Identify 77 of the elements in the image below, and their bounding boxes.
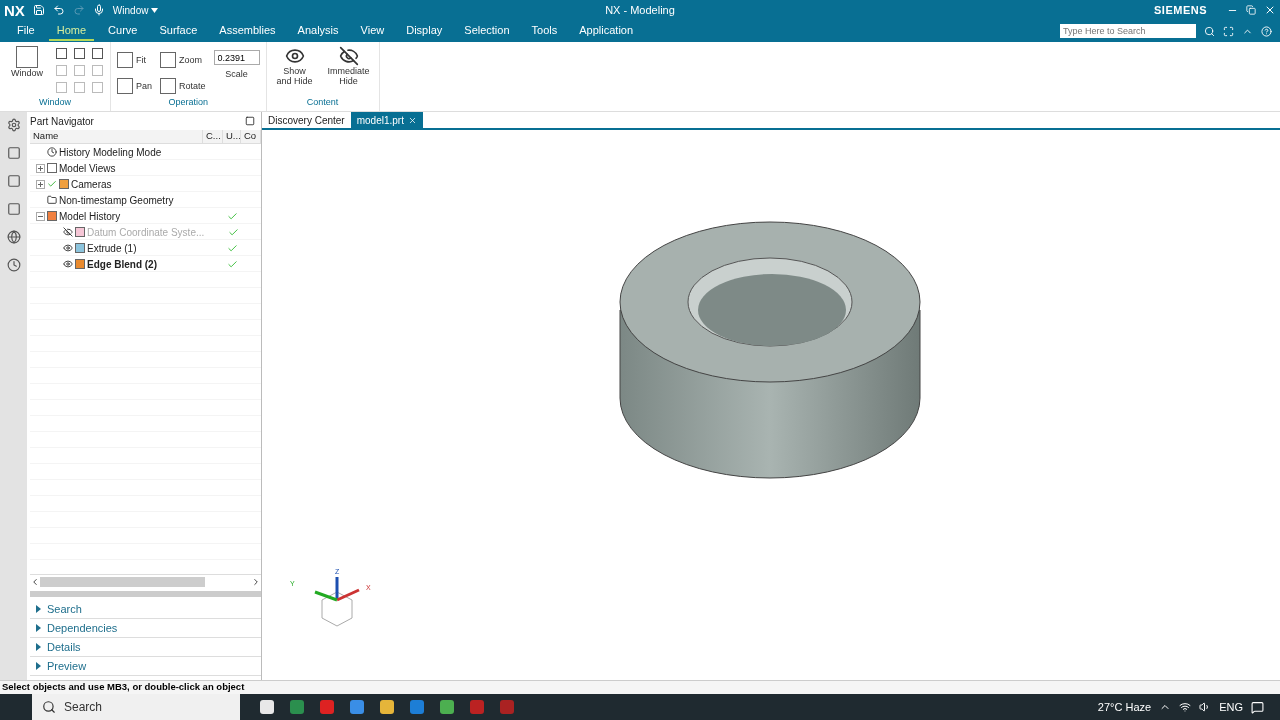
brand-name: SIEMENS [1154, 4, 1207, 16]
menu-tab[interactable]: Application [571, 21, 642, 41]
collapse-icon[interactable] [36, 211, 45, 221]
clock-icon [47, 147, 57, 157]
taskbar-search[interactable]: Search [32, 694, 240, 720]
menu-tab[interactable]: File [9, 21, 43, 41]
globe-icon[interactable] [6, 230, 21, 244]
scroll-left-icon[interactable] [30, 576, 40, 587]
column-header[interactable]: Co [241, 130, 261, 143]
tree-item[interactable]: History Modeling Mode [59, 146, 162, 158]
menu-tab[interactable]: View [352, 21, 393, 41]
expand-icon[interactable] [36, 179, 45, 189]
tree-item[interactable]: Cameras [71, 178, 112, 190]
document-tab[interactable]: model1.prt [350, 112, 423, 128]
expand-icon[interactable] [36, 163, 45, 173]
group-label: Window [38, 97, 72, 109]
show-and-hide-button[interactable]: Show and Hide [272, 44, 317, 88]
caret-icon [151, 7, 159, 13]
restore-icon[interactable] [1246, 5, 1256, 15]
tree-item[interactable]: Edge Blend (2) [87, 258, 157, 270]
fit-button[interactable]: Fit [117, 50, 152, 70]
window-title: NX - Modeling [605, 4, 675, 16]
menu-tab[interactable]: Analysis [289, 21, 347, 41]
scale-label: Scale [225, 69, 248, 79]
panel-title: Part Navigator [30, 115, 94, 127]
network-icon[interactable] [1179, 701, 1192, 713]
eye-off-icon [338, 46, 359, 66]
fullscreen-icon[interactable] [1223, 25, 1234, 37]
eye-icon[interactable] [63, 243, 73, 253]
group-label: Content [305, 97, 340, 109]
column-header[interactable]: U... [223, 130, 241, 143]
zoom-button[interactable]: Zoom [160, 50, 206, 70]
tree-item[interactable]: Extrude (1) [87, 242, 137, 254]
menu-tab[interactable]: Display [398, 21, 451, 41]
immediate-hide-button[interactable]: Immediate Hide [324, 44, 373, 88]
pan-button[interactable]: Pan [117, 76, 152, 96]
menu-tab[interactable]: Assemblies [211, 21, 284, 41]
collapsible-panel[interactable]: Search [30, 600, 261, 619]
search-field[interactable]: Type Here to Search [1060, 24, 1196, 38]
column-header[interactable]: C... [203, 130, 223, 143]
search-icon[interactable] [1204, 25, 1215, 37]
menu-tab[interactable]: Home [48, 21, 95, 41]
language-indicator[interactable]: ENG [1219, 701, 1243, 713]
microphone-icon[interactable] [92, 4, 105, 16]
notification-icon[interactable] [1251, 700, 1264, 714]
tree-item[interactable]: Model History [59, 210, 121, 222]
menu-tab[interactable]: Tools [523, 21, 566, 41]
maximize-icon[interactable] [245, 116, 255, 126]
close-icon[interactable] [1264, 4, 1276, 16]
window-dropdown[interactable]: Window [112, 4, 159, 16]
menu-tab[interactable]: Selection [456, 21, 518, 41]
settings-icon[interactable] [6, 118, 21, 132]
group-label: Operation [167, 97, 210, 109]
scrollbar-thumb[interactable] [40, 576, 205, 587]
tree-item[interactable]: Model Views [59, 162, 116, 174]
weather-widget[interactable]: 27°C Haze [1097, 701, 1152, 713]
scroll-right-icon[interactable] [251, 576, 261, 587]
window-button[interactable]: Window [6, 44, 48, 80]
menu-tab[interactable]: Surface [151, 21, 206, 41]
menu-tab[interactable]: Curve [100, 21, 146, 41]
close-icon[interactable] [407, 115, 417, 125]
search-icon [42, 700, 56, 714]
eye-icon [284, 46, 305, 66]
collapsible-panel[interactable]: Preview [30, 657, 261, 676]
help-icon[interactable] [1261, 25, 1272, 37]
app-logo: NX [4, 1, 25, 19]
undo-icon[interactable] [52, 4, 65, 16]
tree-item[interactable]: Non-timestamp Geometry [59, 194, 174, 206]
save-icon[interactable] [32, 4, 45, 16]
eye-icon[interactable] [63, 259, 73, 269]
status-message: Select objects and use MB3, or double-click an object [0, 680, 1280, 694]
rotate-button[interactable]: Rotate [160, 76, 206, 96]
column-header[interactable]: Name [30, 130, 203, 143]
folder-icon [47, 195, 57, 205]
collapsible-panel[interactable]: Details [30, 638, 261, 657]
scale-field[interactable]: 0.2391 [213, 50, 260, 65]
collapsible-panel[interactable]: Dependencies [30, 619, 261, 638]
